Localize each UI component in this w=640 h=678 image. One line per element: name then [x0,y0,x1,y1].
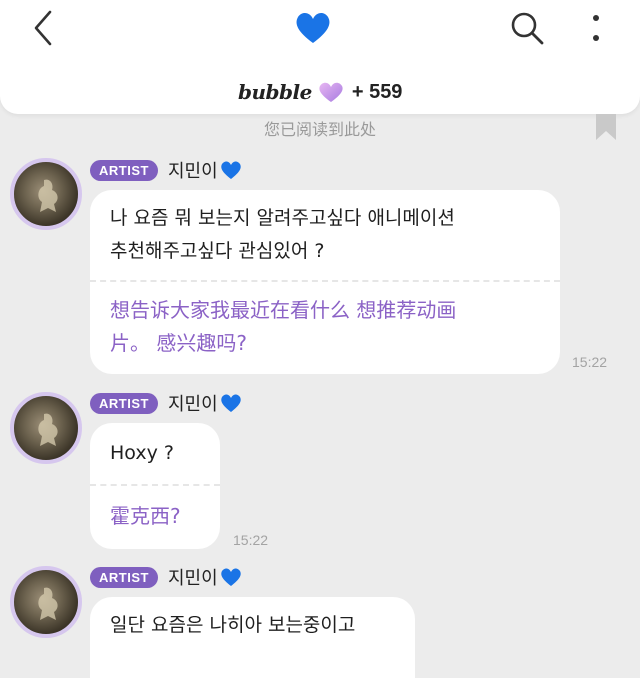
bubble-brand: bubble + 559 [238,78,402,106]
search-icon[interactable] [509,10,545,46]
message-bubble[interactable]: 일단 요즘은 나히아 보는중이고 [90,597,415,678]
artist-badge: ARTIST [90,392,158,414]
brand-wordmark: bubble [238,80,312,104]
blue-heart-icon [220,568,241,586]
sender-info: ARTIST 지민이 [90,391,242,415]
avatar[interactable] [10,158,82,230]
avatar-figure-icon [38,587,58,620]
message-text: 나 요즘 뭐 보는지 알려주고싶다 애니메이션 추천해주고싶다 관심있어 ? [110,207,455,262]
sender-info: ARTIST 지민이 [90,565,242,589]
message-translation: 霍克西? [110,504,181,528]
message-bubble[interactable]: Hoxy ? 霍克西? [90,423,220,549]
more-options-icon[interactable] [584,12,608,46]
artist-badge: ARTIST [90,566,158,588]
back-arrow-icon[interactable] [28,8,64,48]
blue-heart-icon [220,394,241,412]
blue-heart-icon [296,13,330,43]
top-bar: bubble + 559 [0,0,640,114]
message-bubble[interactable]: 나 요즘 뭐 보는지 알려주고싶다 애니메이션 추천해주고싶다 관심있어 ? 想… [90,190,560,374]
avatar[interactable] [10,392,82,464]
sender-name: 지민이 [167,161,218,182]
message-translation: 想告诉大家我最近在看什么 想推荐动画 片。 感兴趣吗? [110,298,457,355]
message-timestamp: 15:22 [233,532,269,548]
message-timestamp: 15:22 [572,354,608,370]
avatar[interactable] [10,566,82,638]
avatar-figure-icon [38,413,58,446]
sender-name: 지민이 [167,394,218,415]
read-marker-text: 您已阅读到此处 [263,120,376,139]
message-text: Hoxy ? [110,442,174,464]
sender-name: 지민이 [167,568,218,589]
avatar-figure-icon [38,179,58,212]
subscriber-count: + 559 [351,80,403,103]
message-text: 일단 요즘은 나히아 보는중이고 [110,614,356,636]
bookmark-icon[interactable] [596,114,616,140]
purple-heart-icon [319,82,343,102]
blue-heart-icon [220,161,241,179]
sender-info: ARTIST 지민이 [90,158,242,182]
artist-badge: ARTIST [90,159,158,181]
